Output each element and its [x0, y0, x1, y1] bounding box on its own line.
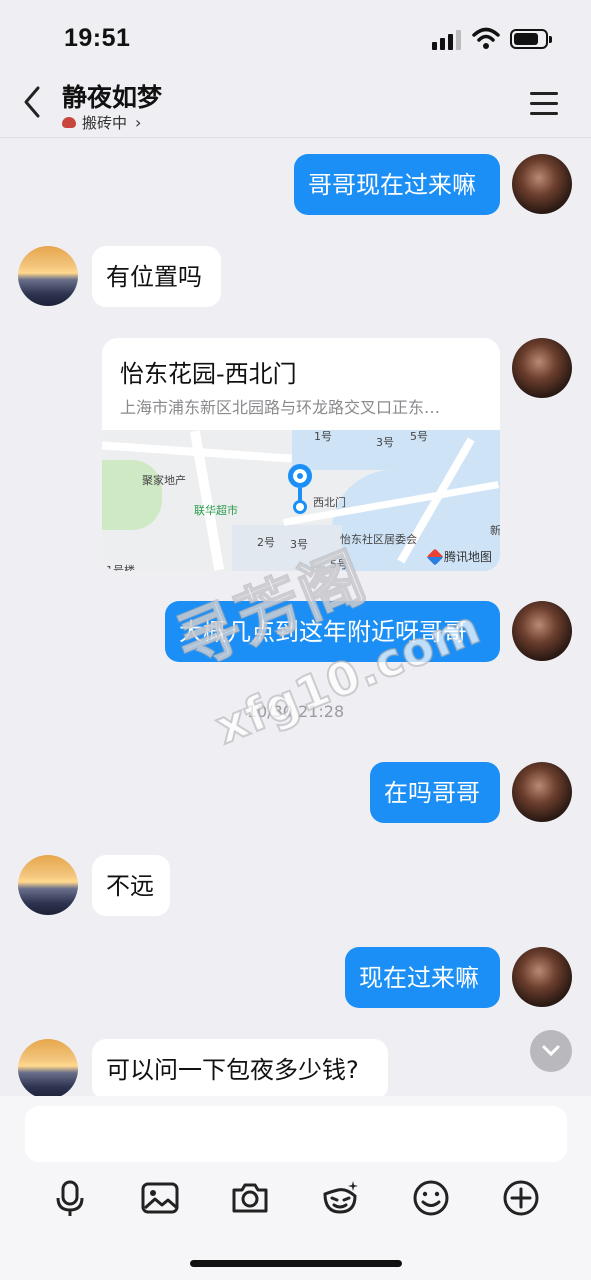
- home-indicator: [190, 1260, 402, 1267]
- status-icon: [62, 117, 76, 128]
- status-label: 搬砖中: [82, 114, 128, 132]
- message-text: 现在过来嘛: [359, 963, 479, 992]
- location-address: 上海市浦东新区北园路与环龙路交叉口正东…: [120, 398, 441, 417]
- message-bubble-in[interactable]: 有位置吗: [92, 246, 221, 307]
- map-label: 5号: [330, 558, 348, 571]
- emoji-icon[interactable]: [411, 1178, 451, 1218]
- wifi-icon: [472, 27, 500, 49]
- my-avatar[interactable]: [512, 947, 572, 1007]
- chevron-down-icon: [542, 1045, 560, 1057]
- message-timestamp: 10/30 21:28: [246, 702, 345, 721]
- composer: [0, 1096, 591, 1280]
- map-label: 2号: [257, 536, 275, 549]
- contact-status[interactable]: 搬砖中 ›: [62, 112, 141, 133]
- location-card[interactable]: 怡东花园-西北门 上海市浦东新区北园路与环龙路交叉口正东… 1号 3号 5号 聚…: [102, 338, 500, 571]
- map-label: 聚家地产: [142, 474, 186, 487]
- message-input[interactable]: [25, 1106, 567, 1162]
- message-bubble-out[interactable]: 大概几点到这年附近呀哥哥: [165, 601, 500, 662]
- map-preview[interactable]: 1号 3号 5号 聚家地产 联华超市 西北门 怡东社区居委会 2号 3号 5号 …: [102, 430, 500, 571]
- message-text: 在吗哥哥: [384, 778, 480, 807]
- message-text: 哥哥现在过来嘛: [308, 170, 476, 199]
- map-label: 1号: [314, 430, 332, 443]
- message-bubble-in[interactable]: 可以问一下包夜多少钱?: [92, 1039, 388, 1100]
- map-label: 3号: [376, 436, 394, 449]
- message-bubble-out[interactable]: 在吗哥哥: [370, 762, 500, 823]
- menu-button[interactable]: [530, 92, 558, 116]
- tencent-map-icon: [426, 548, 444, 565]
- back-button[interactable]: [18, 82, 48, 122]
- scroll-to-bottom-button[interactable]: [530, 1030, 572, 1072]
- status-time: 19:51: [64, 24, 131, 52]
- cellular-signal-icon: [432, 30, 462, 50]
- map-label: 5号: [410, 430, 428, 443]
- map-provider: 腾讯地图: [426, 548, 492, 565]
- my-avatar[interactable]: [512, 601, 572, 661]
- message-text: 有位置吗: [106, 262, 202, 291]
- my-avatar[interactable]: [512, 762, 572, 822]
- mic-icon[interactable]: [50, 1178, 90, 1218]
- map-label: 怡东社区居委会: [340, 533, 417, 546]
- image-icon[interactable]: [140, 1178, 180, 1218]
- status-bar: 19:51: [0, 0, 591, 78]
- message-bubble-in[interactable]: 不远: [92, 855, 170, 916]
- plus-icon[interactable]: [501, 1178, 541, 1218]
- message-text: 不远: [106, 871, 154, 900]
- message-text: 可以问一下包夜多少钱?: [106, 1055, 359, 1084]
- contact-avatar[interactable]: [18, 855, 78, 915]
- location-title: 怡东花园-西北门: [120, 360, 297, 388]
- message-text: 大概几点到这年附近呀哥哥: [179, 617, 467, 646]
- message-bubble-out[interactable]: 哥哥现在过来嘛: [294, 154, 500, 215]
- message-bubble-out[interactable]: 现在过来嘛: [345, 947, 500, 1008]
- my-avatar[interactable]: [512, 154, 572, 214]
- camera-icon[interactable]: [230, 1178, 270, 1218]
- sticker-icon[interactable]: [320, 1178, 360, 1218]
- map-label: 西北门: [313, 496, 346, 509]
- battery-icon: [510, 29, 552, 49]
- map-label: 联华超市: [194, 504, 238, 517]
- map-label: 新: [490, 524, 500, 537]
- map-label: 1号楼: [106, 564, 135, 571]
- chevron-right-icon: ›: [135, 113, 142, 132]
- contact-name[interactable]: 静夜如梦: [62, 78, 162, 114]
- location-pin-icon: [288, 464, 314, 514]
- my-avatar[interactable]: [512, 338, 572, 398]
- chat-header: 静夜如梦 搬砖中 ›: [0, 78, 591, 138]
- contact-avatar[interactable]: [18, 246, 78, 306]
- contact-avatar[interactable]: [18, 1039, 78, 1099]
- map-label: 3号: [290, 538, 308, 551]
